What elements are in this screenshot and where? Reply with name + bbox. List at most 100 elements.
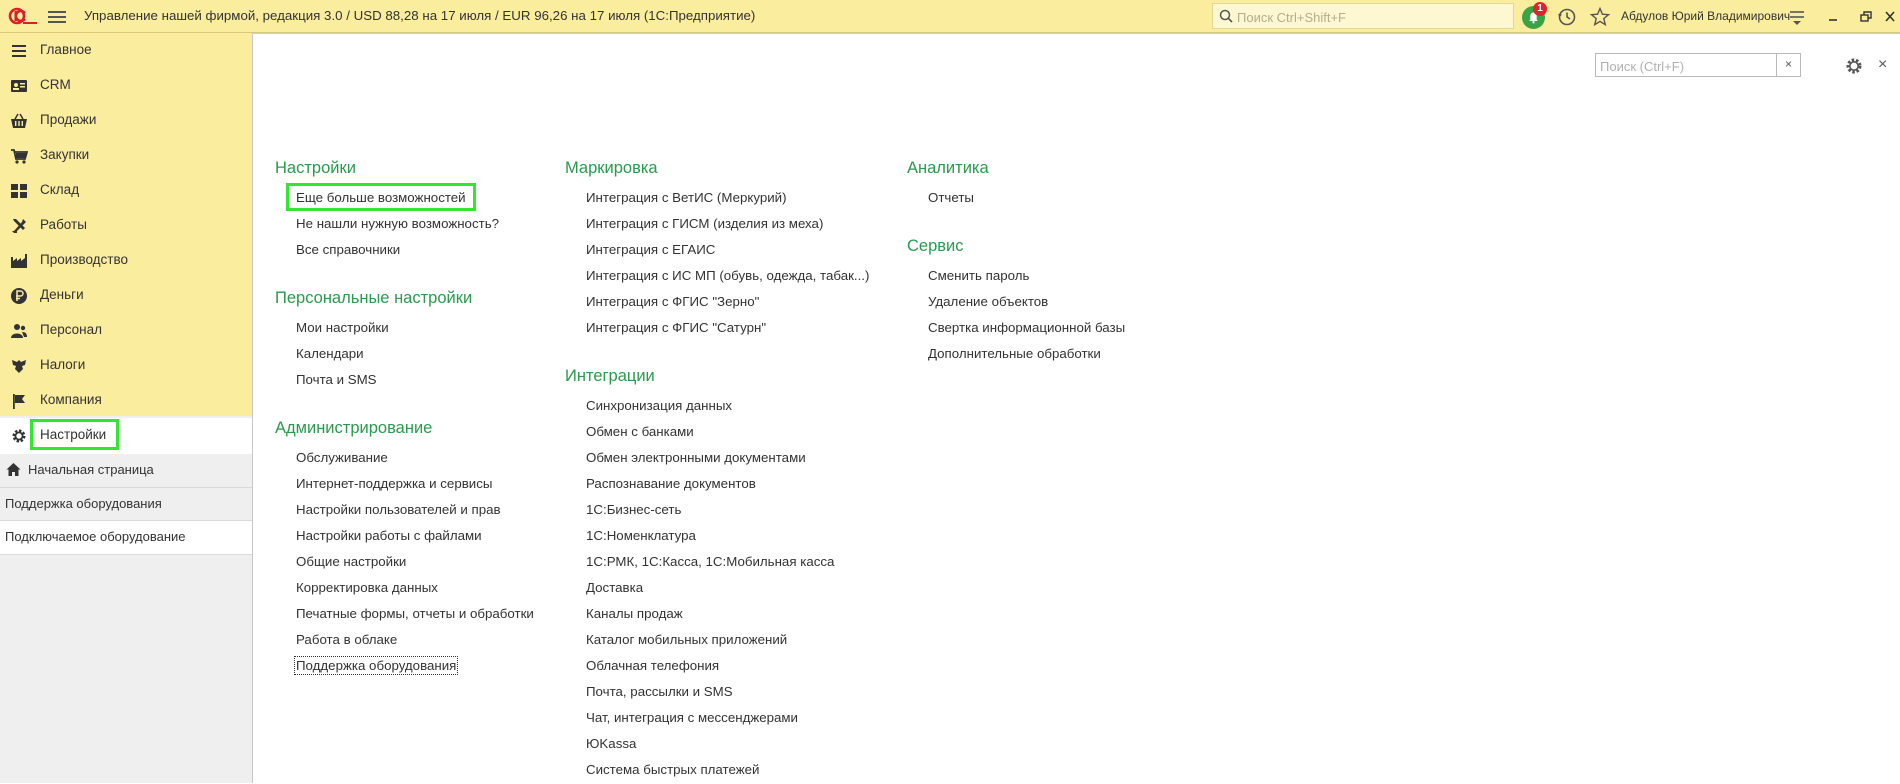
flag-icon [13,394,25,409]
section-crm[interactable]: CRM [0,68,252,103]
link-is-mp[interactable]: Интеграция с ИС МП (обувь, одежда, табак… [586,268,869,283]
section-personnel[interactable]: Персонал [0,313,252,348]
link-calendars[interactable]: Календари [296,346,364,361]
link-cloud-telephony[interactable]: Облачная телефония [586,658,719,673]
link-sales-channels[interactable]: Каналы продаж [586,606,683,621]
link-egais[interactable]: Интеграция с ЕГАИС [586,242,715,257]
link-messenger-chat[interactable]: Чат, интеграция с мессенджерами [586,710,798,725]
form-search-input[interactable] [1598,56,1777,76]
link-file-settings[interactable]: Настройки работы с файлами [296,528,482,543]
link-business-network[interactable]: 1С:Бизнес-сеть [586,502,681,517]
nav-connected-equipment[interactable]: Подключаемое оборудование [0,521,252,555]
highlight-frame [30,419,119,450]
current-user[interactable]: Абдулов Юрий Владимирович [1621,9,1790,23]
section-works[interactable]: Работы [0,208,252,243]
title-bar: Управление нашей фирмой, редакция 3.0 / … [0,0,1900,33]
history-icon[interactable] [1556,6,1578,28]
settings-panel: × × Настройки Еще больше возможностей Не… [253,33,1900,784]
link-reports[interactable]: Отчеты [928,190,974,205]
clear-search-button[interactable]: × [1776,54,1800,76]
favorites-star-icon[interactable] [1589,6,1611,28]
link-internet-support[interactable]: Интернет-поддержка и сервисы [296,476,492,491]
link-fgis-saturn[interactable]: Интеграция с ФГИС "Сатурн" [586,320,766,335]
section-taxes[interactable]: Налоги [0,348,252,383]
link-sbp[interactable]: Система быстрых платежей [586,762,759,777]
link-change-password[interactable]: Сменить пароль [928,268,1029,283]
cart-icon [11,149,28,164]
section-money[interactable]: Деньги [0,278,252,313]
contact-card-icon [11,80,27,92]
link-user-rights[interactable]: Настройки пользователей и прав [296,502,501,517]
link-my-settings[interactable]: Мои настройки [296,320,389,335]
link-general-settings[interactable]: Общие настройки [296,554,406,569]
nav-home-page[interactable]: Начальная страница [0,454,252,488]
link-feature-not-found[interactable]: Не нашли нужную возможность? [296,216,499,231]
link-rmk-kassa[interactable]: 1С:РМК, 1С:Касса, 1С:Мобильная касса [586,554,834,569]
group-title: Сервис [907,237,964,255]
link-edi[interactable]: Обмен электронными документами [586,450,806,465]
link-infobase-collapse[interactable]: Свертка информационной базы [928,320,1125,335]
link-nomenclature[interactable]: 1С:Номенклатура [586,528,696,543]
group-title: Персональные настройки [275,289,473,307]
shopping-basket-icon [11,113,27,128]
section-production[interactable]: Производство [0,243,252,278]
global-search-input[interactable] [1235,7,1509,27]
link-equipment-support[interactable]: Поддержка оборудования [293,656,459,675]
link-yookassa[interactable]: ЮKassa [586,736,636,751]
section-settings[interactable]: Настройки [0,418,252,454]
restore-window-icon[interactable] [1855,6,1877,28]
link-mail-sms[interactable]: Почта и SMS [296,372,377,387]
link-more-features[interactable]: Еще больше возможностей [286,183,476,211]
link-delivery[interactable]: Доставка [586,580,643,595]
link-cloud-work[interactable]: Работа в облаке [296,632,397,647]
people-icon [11,324,27,338]
link-vetis[interactable]: Интеграция с ВетИС (Меркурий) [586,190,787,205]
settings-menu-icon[interactable] [1786,6,1808,28]
notifications-button[interactable]: 1 [1520,2,1547,30]
nav-equipment-support[interactable]: Поддержка оборудования [0,488,252,521]
left-sidebar: Главное CRM Продажи Закупки Склад Работы… [0,33,253,783]
link-additional-processing[interactable]: Дополнительные обработки [928,346,1101,361]
link-data-sync[interactable]: Синхронизация данных [586,398,732,413]
link-mobile-apps[interactable]: Каталог мобильных приложений [586,632,787,647]
group-title: Аналитика [907,159,989,177]
warehouse-grid-icon [11,184,27,198]
link-delete-objects[interactable]: Удаление объектов [928,294,1048,309]
group-title: Интеграции [565,367,655,385]
window-title: Управление нашей фирмой, редакция 3.0 / … [84,8,756,23]
link-doc-recognition[interactable]: Распознавание документов [586,476,756,491]
main-menu-icon[interactable] [48,9,66,25]
section-warehouse[interactable]: Склад [0,173,252,208]
global-search[interactable] [1212,3,1514,29]
tools-icon [12,219,26,233]
1c-logo-icon[interactable] [8,7,38,25]
gear-icon [12,429,26,443]
menu-lines-icon [12,45,26,57]
section-sales[interactable]: Продажи [0,103,252,138]
group-title: Администрирование [275,419,433,437]
link-data-correction[interactable]: Корректировка данных [296,580,438,595]
close-window-icon[interactable] [1880,6,1900,28]
minimize-icon[interactable] [1822,6,1844,28]
search-icon [1219,9,1233,23]
close-form-button[interactable]: × [1878,55,1894,75]
group-title: Маркировка [565,159,658,177]
section-purchases[interactable]: Закупки [0,138,252,173]
form-settings-gear-icon[interactable] [1844,56,1864,76]
link-all-catalogs[interactable]: Все справочники [296,242,400,257]
factory-icon [11,254,27,268]
link-fgis-zerno[interactable]: Интеграция с ФГИС "Зерно" [586,294,759,309]
link-print-forms[interactable]: Печатные формы, отчеты и обработки [296,606,534,621]
section-main[interactable]: Главное [0,33,252,68]
eagle-emblem-icon [12,360,26,373]
ruble-coin-icon [11,288,27,304]
group-title: Настройки [275,159,356,177]
link-mailings-sms[interactable]: Почта, рассылки и SMS [586,684,733,699]
section-company[interactable]: Компания [0,383,252,418]
link-bank-exchange[interactable]: Обмен с банками [586,424,694,439]
link-gism[interactable]: Интеграция с ГИСМ (изделия из меха) [586,216,823,231]
home-icon [6,463,21,476]
link-maintenance[interactable]: Обслуживание [296,450,388,465]
notification-badge: 1 [1533,2,1547,16]
form-search[interactable]: × [1595,53,1801,77]
